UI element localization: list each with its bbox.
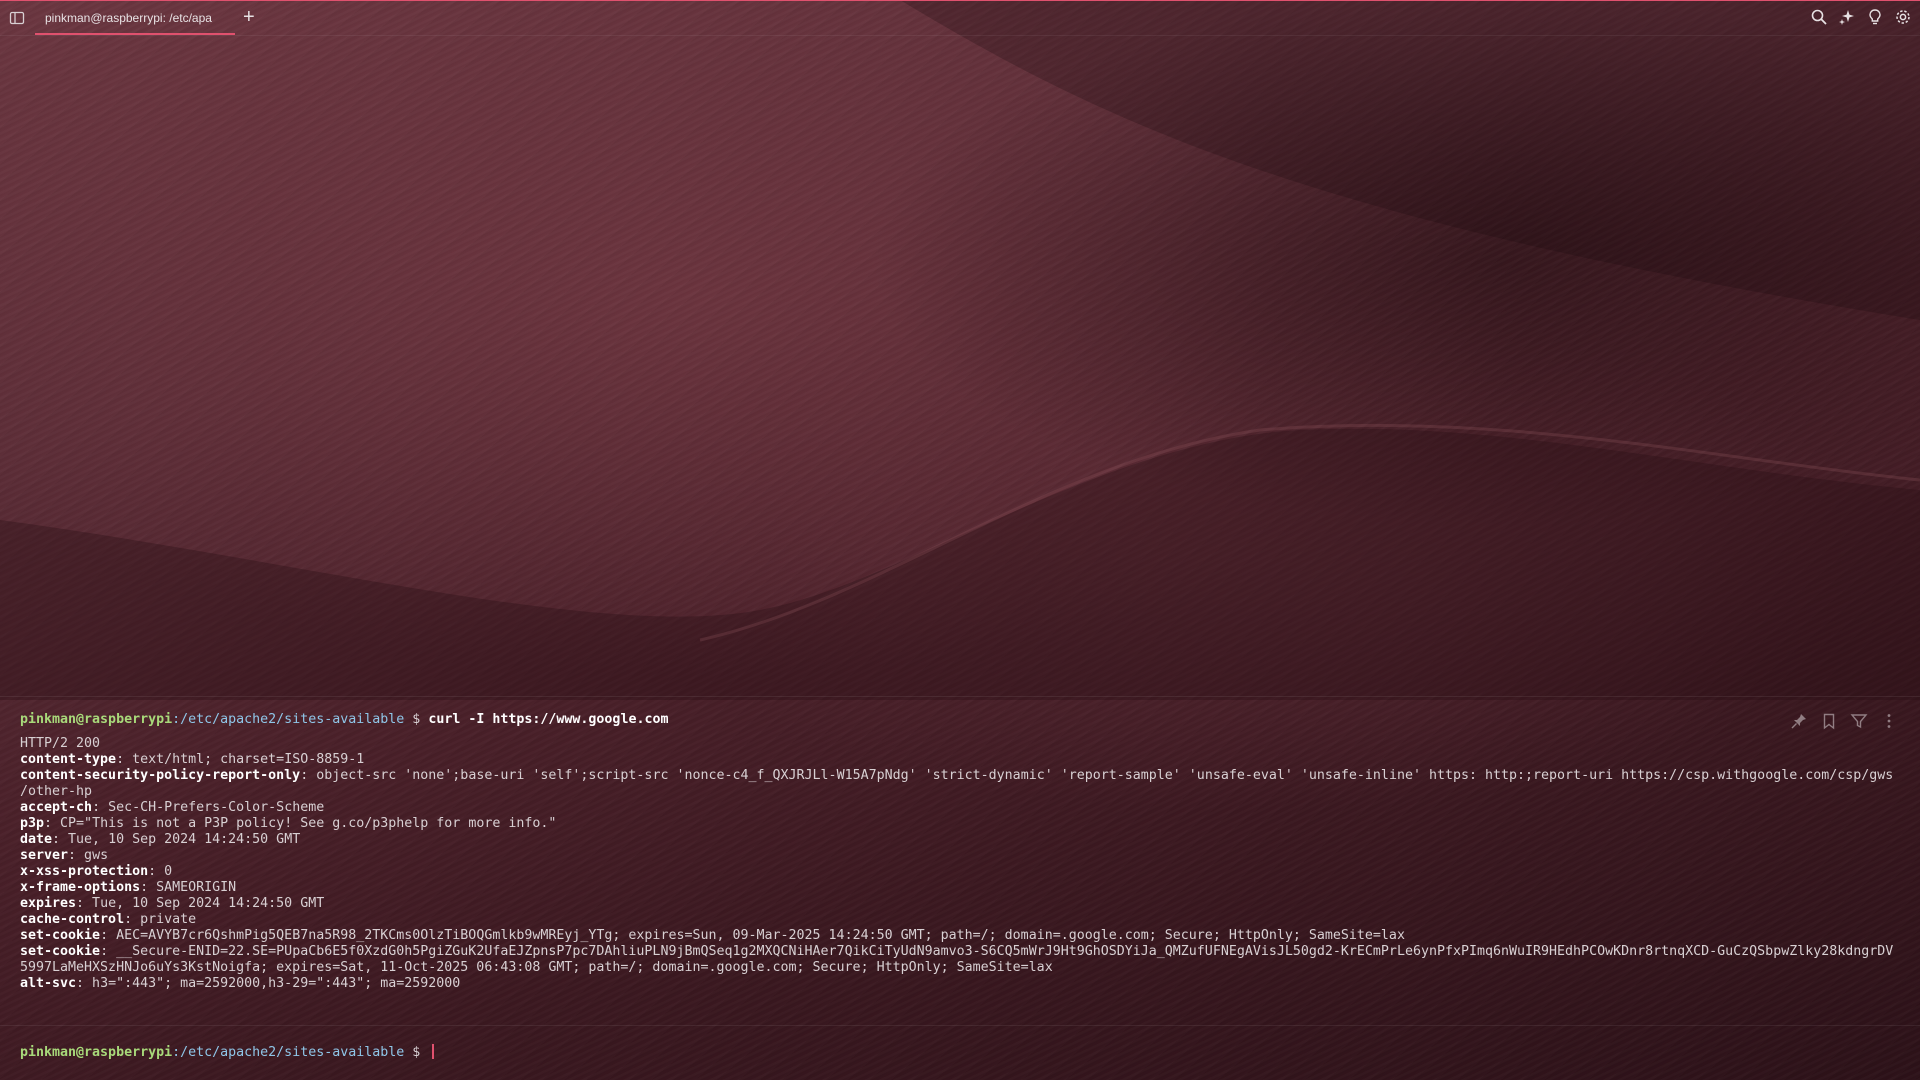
header-value: : private	[124, 912, 197, 927]
header-value: : Tue, 10 Sep 2024 14:24:50 GMT	[76, 896, 325, 911]
header-line: alt-svc: h3=":443"; ma=2592000,h3-29=":4…	[20, 976, 460, 992]
pin-icon[interactable]	[1790, 712, 1808, 730]
wallpaper-texture	[0, 0, 1920, 1080]
command-input[interactable]: pinkman@raspberrypi:/etc/apache2/sites-a…	[20, 1044, 435, 1061]
header-key: set-cookie	[20, 944, 101, 959]
header-value: : h3=":443"; ma=2592000,h3-29=":443"; ma…	[76, 976, 461, 991]
header-line: set-cookie: AEC=AVYB7cr6QshmPig5QEB7na5R…	[20, 928, 1405, 944]
header-value: : AEC=AVYB7cr6QshmPig5QEB7na5R98_2TKCms0…	[100, 928, 1405, 943]
header-value: : __Secure-ENID=22.SE=PUpaCb6E5f0XzdG0h5…	[100, 944, 1894, 959]
text-cursor	[432, 1044, 435, 1059]
header-value: : SAMEORIGIN	[140, 880, 237, 895]
header-line: date: Tue, 10 Sep 2024 14:24:50 GMT	[20, 832, 300, 848]
header-value: : Sec-CH-Prefers-Color-Scheme	[92, 800, 325, 815]
search-icon[interactable]	[1810, 8, 1828, 26]
filter-icon[interactable]	[1850, 712, 1868, 730]
header-value: : 0	[148, 864, 173, 879]
header-line: x-xss-protection: 0	[20, 864, 172, 880]
header-line: p3p: CP="This is not a P3P policy! See g…	[20, 816, 556, 832]
header-line: accept-ch: Sec-CH-Prefers-Color-Scheme	[20, 800, 324, 816]
header-line: expires: Tue, 10 Sep 2024 14:24:50 GMT	[20, 896, 324, 912]
header-value: : CP="This is not a P3P policy! See g.co…	[44, 816, 557, 831]
header-value: : object-src 'none';base-uri 'self';scri…	[300, 768, 1894, 783]
header-line: cache-control: private	[20, 912, 196, 928]
settings-icon[interactable]	[1894, 8, 1912, 26]
panel-icon[interactable]	[8, 9, 26, 27]
prompt-path: :/etc/apache2/sites-available	[172, 1045, 405, 1060]
header-key: date	[20, 832, 53, 847]
more-icon[interactable]	[1880, 712, 1898, 730]
header-key: content-type	[20, 752, 117, 767]
header-value: : gws	[68, 848, 109, 863]
header-line: server: gws	[20, 848, 108, 864]
prompt-symbol: $	[404, 712, 429, 727]
block-actions	[1790, 712, 1898, 730]
header-key: content-security-policy-report-only	[20, 768, 301, 783]
header-line: content-security-policy-report-only: obj…	[20, 768, 1893, 784]
header-key: x-frame-options	[20, 880, 141, 895]
header-key: expires	[20, 896, 77, 911]
header-key: cache-control	[20, 912, 125, 927]
tab-bar: pinkman@raspberrypi: /etc/apa +	[0, 0, 1920, 36]
header-value: : text/html; charset=ISO-8859-1	[116, 752, 365, 767]
top-right-toolbar	[1810, 8, 1912, 26]
lightbulb-icon[interactable]	[1866, 8, 1884, 26]
header-line: x-frame-options: SAMEORIGIN	[20, 880, 236, 896]
header-key: p3p	[20, 816, 45, 831]
header-key: alt-svc	[20, 976, 77, 991]
header-key: set-cookie	[20, 928, 101, 943]
prompt-path: :/etc/apache2/sites-available	[172, 712, 405, 727]
header-value: : Tue, 10 Sep 2024 14:24:50 GMT	[52, 832, 301, 847]
header-continuation: 5997LaMeHXSzHNJo6uYs3KstNoigfa; expires=…	[20, 960, 1053, 975]
new-tab-button[interactable]: +	[243, 7, 255, 27]
bookmark-icon[interactable]	[1820, 712, 1838, 730]
block-separator	[0, 696, 1920, 697]
wallpaper-ridge	[0, 0, 1920, 700]
header-continuation: /other-hp	[20, 784, 93, 799]
command-line: pinkman@raspberrypi:/etc/apache2/sites-a…	[20, 712, 668, 728]
header-line: content-type: text/html; charset=ISO-885…	[20, 752, 364, 768]
sparkle-icon[interactable]	[1838, 8, 1856, 26]
header-line: set-cookie: __Secure-ENID=22.SE=PUpaCb6E…	[20, 944, 1893, 960]
tab-title: pinkman@raspberrypi: /etc/apa	[45, 11, 212, 25]
header-key: accept-ch	[20, 800, 93, 815]
prompt-user: pinkman@raspberrypi	[20, 712, 173, 727]
header-key: x-xss-protection	[20, 864, 149, 879]
status-line: HTTP/2 200	[20, 736, 101, 751]
prompt-user: pinkman@raspberrypi	[20, 1045, 173, 1060]
prompt-symbol: $	[404, 1045, 429, 1060]
header-key: server	[20, 848, 69, 863]
tab-terminal[interactable]: pinkman@raspberrypi: /etc/apa	[35, 1, 235, 35]
block-separator	[0, 1025, 1920, 1026]
command-text: curl -I https://www.google.com	[428, 712, 669, 727]
